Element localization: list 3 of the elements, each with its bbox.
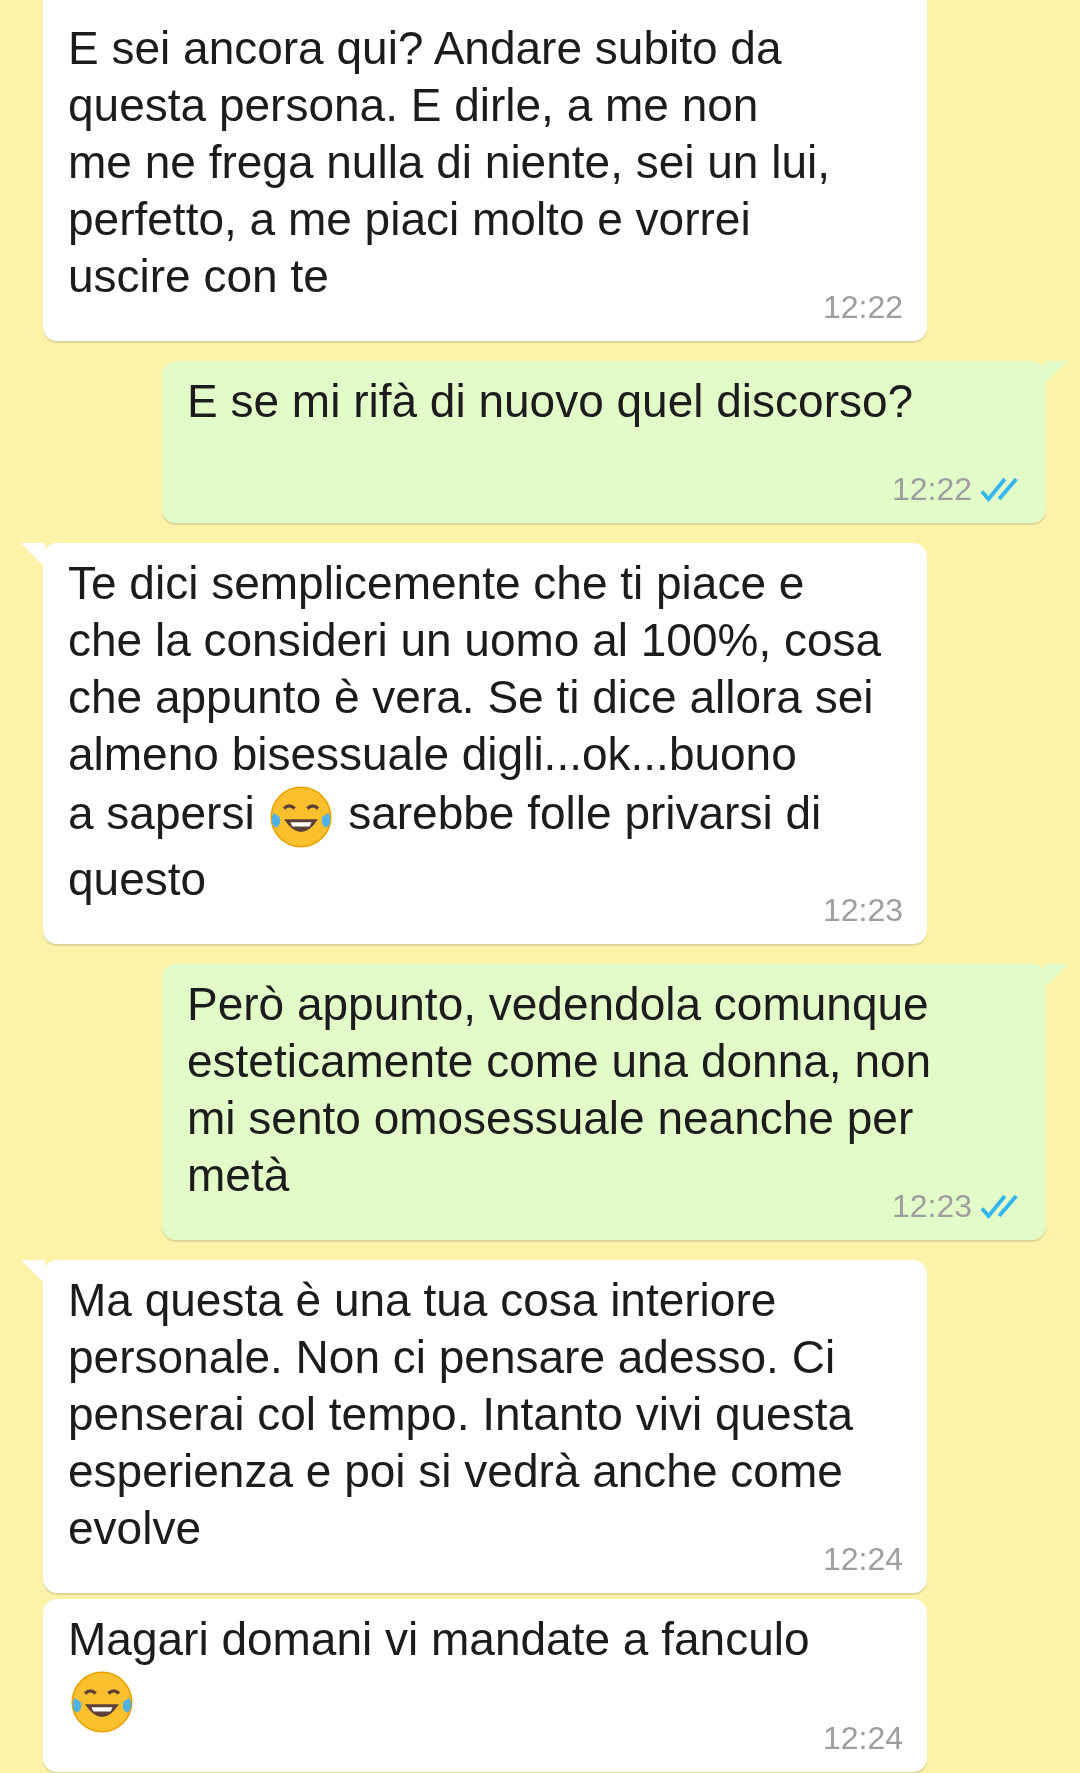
message-time: 12:22	[891, 471, 972, 507]
laughing-emoji-icon	[68, 1668, 136, 1736]
message-text: E se mi rifà di nuovo quel discorso?	[187, 374, 915, 429]
